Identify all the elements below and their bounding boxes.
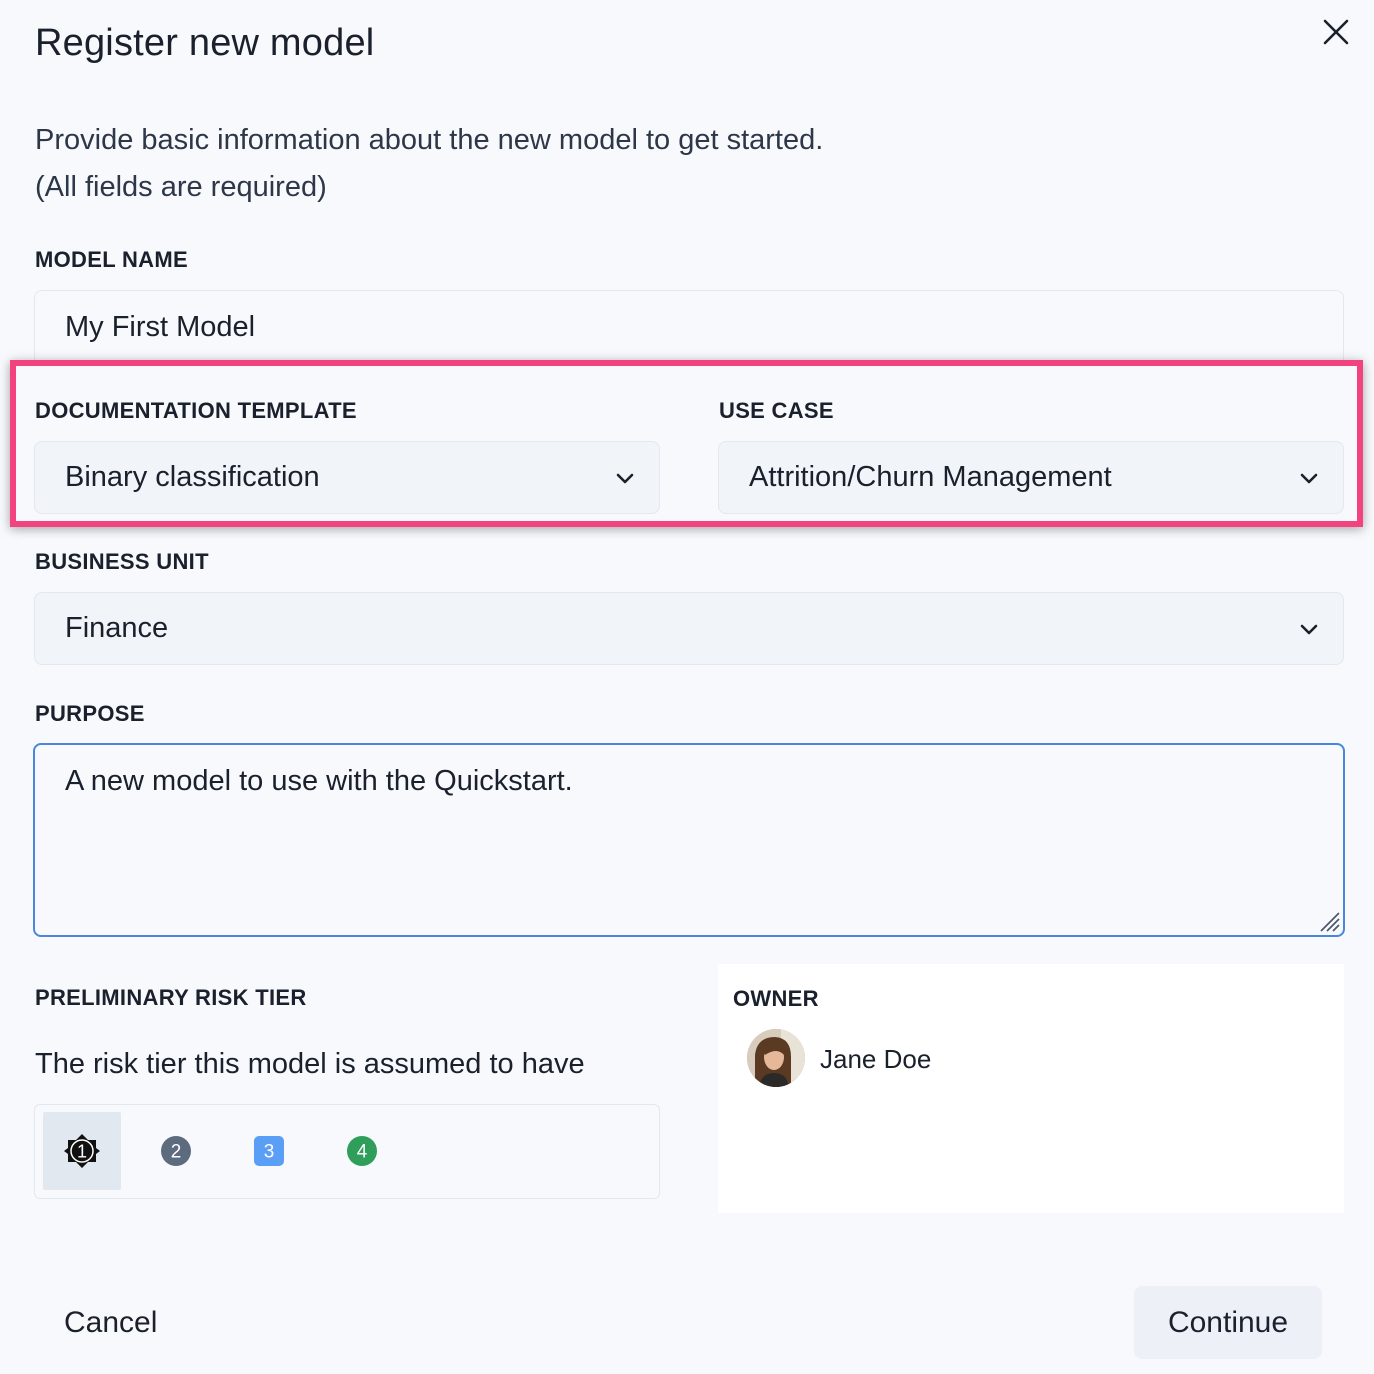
purpose-textarea[interactable]: A new model to use with the Quickstart. xyxy=(33,743,1345,937)
intro-text: Provide basic information about the new … xyxy=(35,124,824,156)
tier-1-icon: 1 xyxy=(64,1134,100,1168)
risk-tier-description: The risk tier this model is assumed to h… xyxy=(35,1048,585,1080)
continue-button[interactable]: Continue xyxy=(1134,1286,1322,1359)
highlight-box xyxy=(10,360,1363,527)
resize-handle-icon[interactable] xyxy=(1315,907,1341,933)
business-unit-label: BUSINESS UNIT xyxy=(35,549,209,574)
tier-2-text: 2 xyxy=(171,1142,182,1163)
avatar xyxy=(747,1029,805,1087)
business-unit-value: Finance xyxy=(65,612,169,644)
cancel-button[interactable]: Cancel xyxy=(64,1306,157,1340)
dialog-title: Register new model xyxy=(35,22,375,64)
tier-4-icon: 4 xyxy=(347,1136,377,1166)
purpose-label: PURPOSE xyxy=(35,701,145,726)
owner-card: OWNER Jane Doe xyxy=(718,964,1344,1213)
model-name-value: My First Model xyxy=(65,311,256,343)
model-name-input[interactable]: My First Model xyxy=(34,290,1344,365)
risk-tier-4-button[interactable]: 4 xyxy=(323,1112,401,1190)
owner-name: Jane Doe xyxy=(820,1044,932,1074)
risk-tier-label: PRELIMINARY RISK TIER xyxy=(35,985,307,1010)
tier-3-text: 3 xyxy=(264,1142,275,1163)
close-icon[interactable] xyxy=(1318,14,1354,50)
purpose-value: A new model to use with the Quickstart. xyxy=(65,765,573,797)
continue-label: Continue xyxy=(1167,1305,1289,1339)
tier-1-text: 1 xyxy=(77,1142,87,1162)
owner-label: OWNER xyxy=(733,986,819,1011)
risk-tier-3-button[interactable]: 3 xyxy=(230,1112,308,1190)
model-name-label: MODEL NAME xyxy=(35,247,188,272)
tier-3-icon: 3 xyxy=(254,1136,284,1166)
business-unit-select[interactable]: Finance xyxy=(34,592,1344,665)
chevron-down-icon xyxy=(1300,624,1318,634)
risk-tier-1-button[interactable]: 1 xyxy=(43,1112,121,1190)
tier-4-text: 4 xyxy=(357,1142,368,1163)
tier-2-icon: 2 xyxy=(161,1136,191,1166)
required-note: (All fields are required) xyxy=(35,171,327,203)
risk-tier-2-button[interactable]: 2 xyxy=(137,1112,215,1190)
risk-tier-selector: 1 2 3 4 xyxy=(34,1104,660,1199)
